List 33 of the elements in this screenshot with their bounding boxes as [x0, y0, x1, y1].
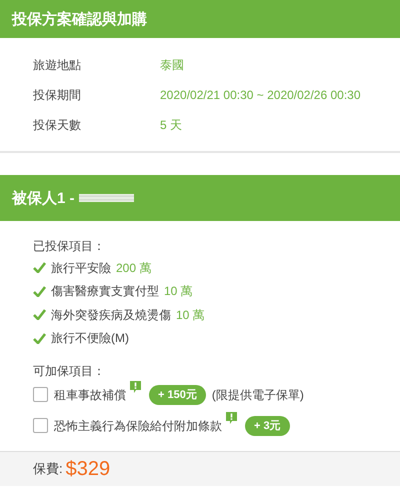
addon-note: (限提供電子保單): [212, 386, 304, 402]
check-icon: [33, 332, 46, 344]
section-header: 投保方案確認與加購: [0, 0, 400, 38]
coverage-name: 傷害醫療實支實付型: [51, 283, 159, 300]
check-icon: [33, 262, 46, 274]
redacted-name: [78, 194, 134, 202]
price-badge: + 3元: [245, 416, 290, 436]
insured-title: 被保人1 -: [12, 188, 75, 208]
field-value: 2020/02/21 00:30 ~ 2020/02/26 00:30: [160, 87, 362, 104]
info-icon[interactable]: [130, 381, 141, 393]
check-icon: [33, 309, 46, 320]
coverage-amount: 200 萬: [116, 260, 152, 276]
price-badge: + 150元: [149, 384, 206, 404]
addon-name: 租車事故補償: [54, 386, 126, 402]
checkbox[interactable]: [33, 418, 48, 433]
coverage-name: 海外突發疾病及燒燙傷: [51, 306, 171, 323]
addon-name: 恐怖主義行為保險給付附加條款: [54, 418, 222, 434]
field-value: 泰國: [160, 57, 185, 74]
section-label: 已投保項目：: [33, 238, 106, 254]
section-label: 可加保項目：: [33, 363, 106, 379]
fee-amount: $329: [66, 458, 110, 480]
coverage-name: 旅行不便險(M): [51, 330, 129, 346]
field-label: 旅遊地點: [33, 57, 82, 74]
field-label: 投保天數: [33, 117, 82, 134]
coverage-amount: 10 萬: [176, 306, 205, 323]
coverage-name: 旅行平安險: [51, 260, 111, 276]
info-icon[interactable]: [226, 412, 237, 424]
field-label: 投保期間: [33, 87, 82, 104]
checkbox[interactable]: [33, 387, 48, 402]
coverage-amount: 10 萬: [164, 283, 193, 300]
field-value: 5 天: [160, 117, 184, 134]
check-icon: [33, 286, 46, 297]
fee-label: 保費:: [33, 460, 63, 478]
